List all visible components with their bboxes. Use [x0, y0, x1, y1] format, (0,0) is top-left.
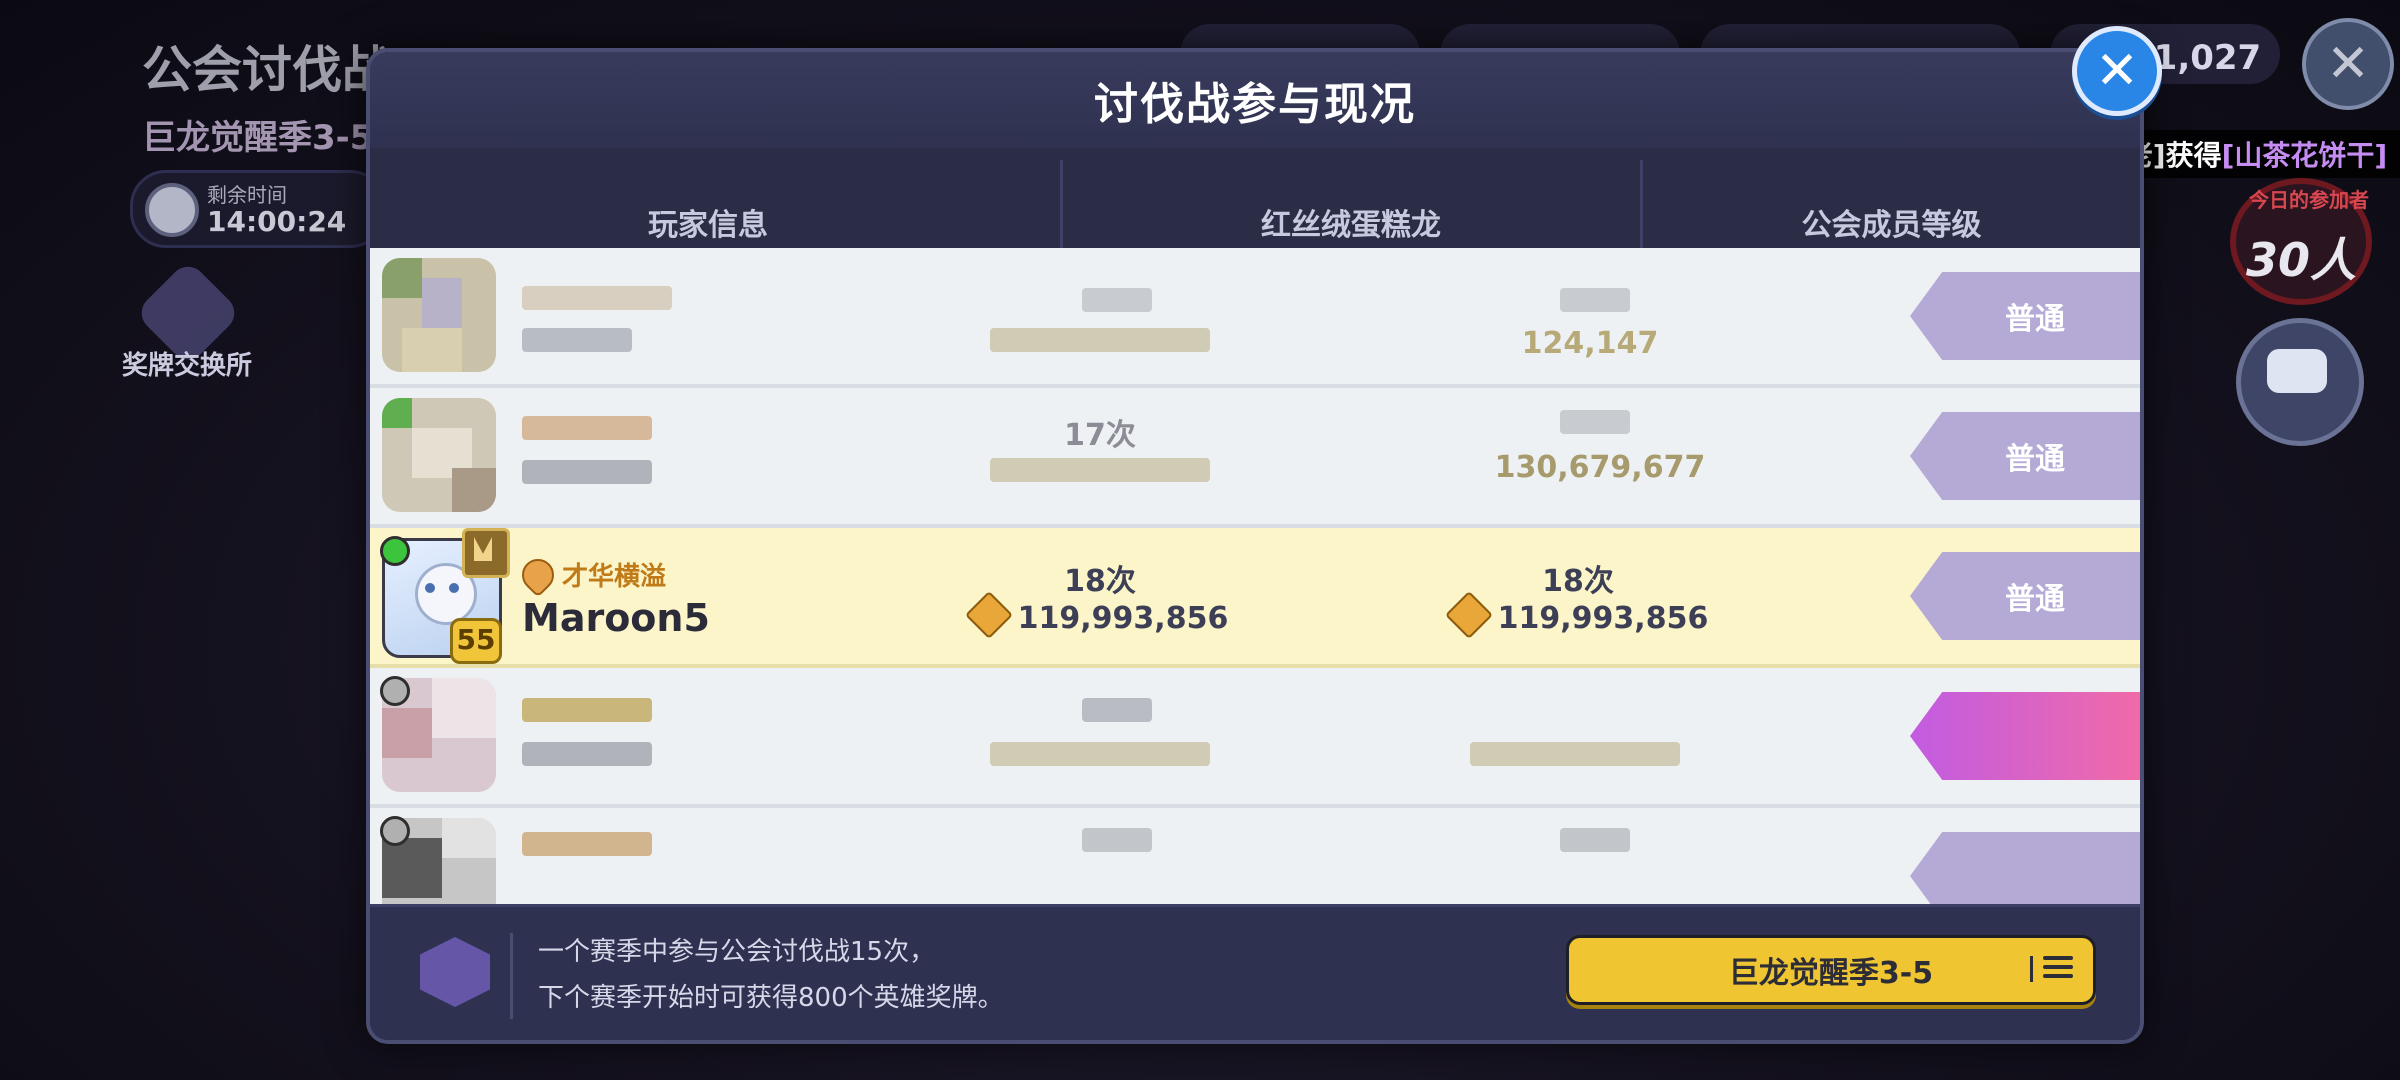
blurred-name	[522, 286, 672, 310]
footer-divider	[510, 933, 513, 1019]
modal-header: 讨伐战参与现况	[370, 52, 2140, 148]
blurred-damage	[990, 328, 1210, 352]
table-row[interactable]: 124,147 普通	[370, 248, 2140, 388]
notice-highlight: [山茶花饼干]	[2221, 139, 2388, 172]
player-title: 才华横溢	[515, 552, 666, 598]
chat-button[interactable]	[2236, 318, 2364, 446]
clock-icon	[145, 183, 199, 237]
timer-value: 14:00:24	[207, 205, 347, 238]
reward-info-line2: 下个赛季开始时可获得800个英雄奖牌。	[538, 983, 1004, 1013]
blurred-count	[1560, 288, 1630, 312]
modal-close-button[interactable]: ✕	[2072, 26, 2162, 116]
participants-count: 30人	[2245, 233, 2356, 287]
chat-icon	[2267, 349, 2327, 393]
remaining-time-box: 剩余时间 14:00:24	[130, 170, 386, 248]
participants-counter: 今日的参加者 30人	[2230, 178, 2372, 305]
timer-label: 剩余时间	[207, 183, 287, 207]
hero-medal-icon	[420, 937, 490, 1007]
table-row-current-player[interactable]: 55 才华横溢 Maroon5 18次 119,993,856 18次 119,…	[370, 528, 2140, 668]
blurred-name	[522, 832, 652, 856]
attempt-count-b: 18次	[1542, 564, 1614, 599]
modal-footer: 一个赛季中参与公会讨伐战15次， 下个赛季开始时可获得800个英雄奖牌。 巨龙觉…	[370, 904, 2140, 1040]
online-status-icon	[380, 816, 410, 846]
page-close-button[interactable]: ✕	[2302, 18, 2394, 110]
damage-value-a: 119,993,856	[950, 590, 1250, 640]
medal-small-icon	[964, 590, 1013, 640]
reward-info: 一个赛季中参与公会讨伐战15次， 下个赛季开始时可获得800个英雄奖牌。	[538, 929, 1004, 1021]
rank-tag: 普通	[1910, 272, 2140, 360]
background-title: 公会讨伐战	[142, 41, 392, 99]
blurred-damage	[1470, 742, 1680, 766]
damage-value-b: 130,679,677	[1494, 450, 1706, 485]
blurred-name	[522, 460, 652, 484]
blurred-count	[1560, 828, 1630, 852]
participation-status-modal: 讨伐战参与现况 玩家信息 红丝绒蛋糕龙 公会成员等级 124,147 普通 17…	[366, 48, 2144, 1044]
blurred-name	[522, 742, 652, 766]
online-status-icon	[380, 676, 410, 706]
blurred-count	[1560, 410, 1630, 434]
background-subtitle: 巨龙觉醒季3-5	[142, 118, 374, 158]
blurred-name	[522, 416, 652, 440]
crown-icon	[462, 528, 510, 578]
avatar[interactable]	[382, 258, 496, 372]
damage-value-b: 119,993,856	[1430, 590, 1730, 640]
medal-small-icon	[1444, 590, 1493, 640]
rank-tag: 普通	[1910, 412, 2140, 500]
attempt-count-a: 17次	[1064, 418, 1136, 453]
rank-tag	[1910, 832, 2140, 904]
online-status-icon	[380, 536, 410, 566]
attempt-count-a: 18次	[1064, 564, 1136, 599]
blurred-count	[1082, 698, 1152, 722]
level-badge: 55	[450, 618, 502, 664]
participant-list[interactable]: 124,147 普通 17次 130,679,677 普通 55 才华横溢 Ma…	[370, 248, 2140, 904]
table-row[interactable]: 17次 130,679,677 普通	[370, 388, 2140, 528]
menu-icon	[2030, 956, 2073, 982]
reward-info-line1: 一个赛季中参与公会讨伐战15次，	[538, 937, 936, 967]
player-name: Maroon5	[522, 596, 710, 640]
blurred-count	[1082, 288, 1152, 312]
medal-exchange-label[interactable]: 奖牌交换所	[122, 345, 252, 382]
avatar[interactable]	[382, 398, 496, 512]
table-row[interactable]	[370, 668, 2140, 808]
heart-icon	[515, 552, 561, 598]
table-row[interactable]	[370, 808, 2140, 904]
blurred-count	[1082, 828, 1152, 852]
rank-tag: 普通	[1910, 552, 2140, 640]
blurred-damage	[990, 458, 1210, 482]
blurred-damage	[990, 742, 1210, 766]
modal-title: 讨伐战参与现况	[1094, 79, 1416, 130]
damage-value-b: 124,147	[1521, 326, 1659, 361]
blurred-name	[522, 328, 632, 352]
rank-tag	[1910, 692, 2140, 780]
participants-label: 今日的参加者	[2249, 188, 2369, 212]
season-select-button[interactable]: 巨龙觉醒季3-5	[1566, 935, 2096, 1005]
blurred-name	[522, 698, 652, 722]
season-button-label: 巨龙觉醒季3-5	[1728, 956, 1934, 991]
